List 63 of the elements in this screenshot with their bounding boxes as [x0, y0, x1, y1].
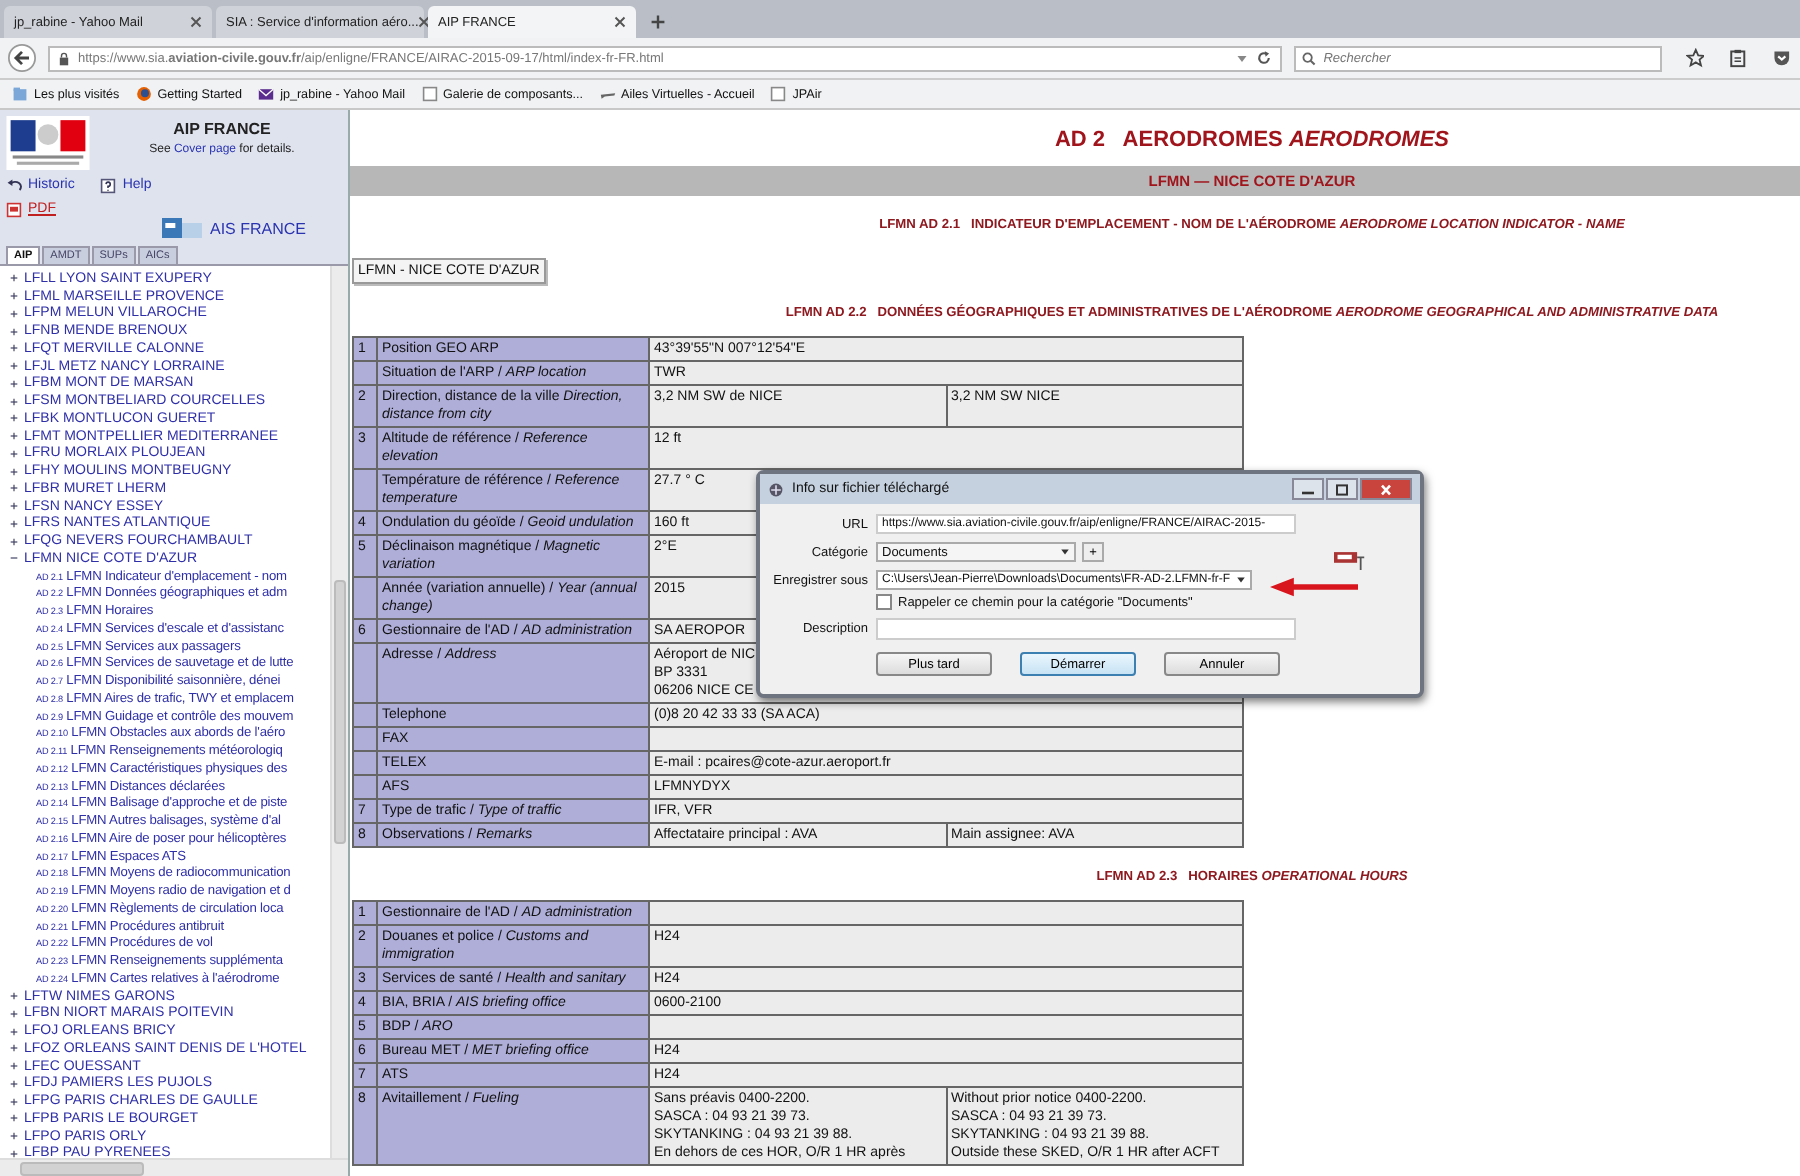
lock-icon: [58, 51, 70, 65]
expand-icon[interactable]: [10, 397, 18, 406]
help-icon: [100, 177, 117, 193]
expand-icon[interactable]: [10, 309, 18, 318]
page-title: AD 2 AERODROMES AERODROMES: [1052, 128, 1451, 152]
checkbox[interactable]: [876, 594, 892, 610]
bookmark-star-icon[interactable]: [1685, 48, 1705, 68]
pdf-icon: [6, 201, 22, 217]
vertical-scrollbar[interactable]: [330, 266, 348, 1158]
expand-icon[interactable]: [10, 537, 18, 546]
expand-icon[interactable]: [10, 1097, 18, 1106]
browser-logo-icon: [135, 86, 152, 102]
dropdown-icon: [1236, 576, 1246, 584]
expand-icon[interactable]: [10, 379, 18, 388]
expand-icon[interactable]: [10, 274, 18, 283]
expand-icon[interactable]: [10, 992, 18, 1001]
clipboard-icon[interactable]: [1728, 48, 1749, 68]
sidebar-title: AIP FRANCE: [171, 120, 273, 138]
expand-icon[interactable]: [10, 519, 18, 528]
horizontal-scrollbar[interactable]: [0, 1158, 348, 1176]
new-tab-icon[interactable]: [650, 14, 666, 30]
expand-icon[interactable]: [10, 414, 18, 423]
undo-icon: [6, 177, 22, 193]
expand-icon[interactable]: [10, 1132, 18, 1141]
expand-icon[interactable]: [10, 327, 18, 336]
page-icon: [770, 86, 787, 102]
minimize-button[interactable]: [1292, 478, 1324, 500]
dropdown-icon: [1060, 548, 1070, 556]
close-icon: [1378, 483, 1394, 495]
page-icon: [421, 86, 437, 102]
maximize-button[interactable]: [1326, 478, 1358, 500]
expand-icon[interactable]: [10, 1149, 18, 1158]
expand-icon[interactable]: [10, 1062, 18, 1071]
search-icon: [1301, 51, 1316, 65]
expand-icon[interactable]: [10, 1044, 18, 1053]
expand-icon[interactable]: [10, 432, 18, 441]
expand-icon[interactable]: [10, 449, 18, 458]
app-icon: [768, 481, 784, 497]
dropdown-icon[interactable]: [1235, 53, 1248, 63]
close-button[interactable]: [1360, 478, 1412, 500]
bookmarks-folder-icon: [12, 86, 28, 102]
close-icon[interactable]: [190, 16, 202, 28]
expand-icon[interactable]: [10, 1079, 18, 1088]
ais-france-link[interactable]: AIS FRANCE: [209, 219, 306, 237]
maximize-icon: [1334, 483, 1350, 495]
expand-icon[interactable]: [10, 292, 18, 301]
flag-logo-icon: [6, 116, 90, 170]
mail-icon: [258, 86, 275, 102]
expand-icon[interactable]: [10, 1009, 18, 1018]
expand-icon[interactable]: [10, 1027, 18, 1036]
description-field[interactable]: [876, 618, 1296, 640]
expand-icon[interactable]: [10, 362, 18, 371]
expand-icon[interactable]: [10, 344, 18, 353]
expand-icon[interactable]: [10, 502, 18, 511]
expand-icon[interactable]: [10, 484, 18, 493]
expand-icon[interactable]: [10, 467, 18, 476]
expand-icon[interactable]: [10, 1114, 18, 1123]
close-icon[interactable]: [614, 16, 626, 28]
back-icon[interactable]: [8, 44, 36, 72]
ais-logo-icon: [161, 218, 202, 238]
close-icon[interactable]: [418, 16, 431, 28]
reload-icon[interactable]: [1255, 50, 1272, 66]
pocket-icon[interactable]: [1772, 48, 1792, 68]
